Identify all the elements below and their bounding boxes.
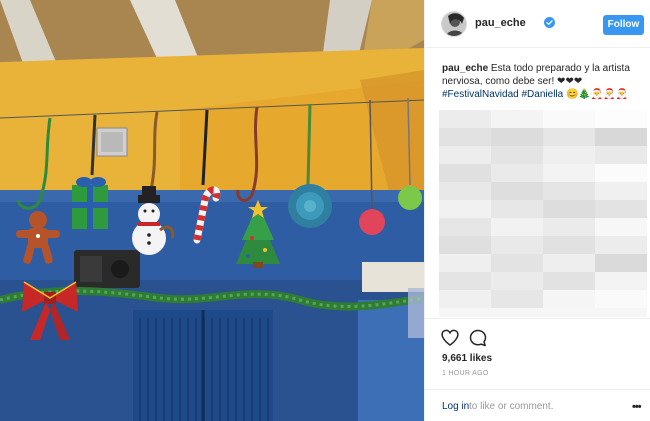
snowflake-ornament <box>288 184 332 228</box>
login-link[interactable]: Log in <box>442 401 469 412</box>
post-side-panel: pau_eche Follow pau_eche Esta todo prepa… <box>424 0 650 421</box>
add-comment-bar: Log in to like or comment. ••• <box>425 389 650 421</box>
likes-count[interactable]: 9,661 likes <box>442 353 492 364</box>
more-options-icon[interactable]: ••• <box>632 401 642 413</box>
post-caption: pau_eche Esta todo preparado y la artist… <box>442 62 642 101</box>
post-actions: 9,661 likes 1 HOUR AGO Log in to like or… <box>425 318 650 421</box>
green-bauble-ornament <box>398 186 422 210</box>
caption-emojis: 😊🎄🎅🎅🎅 <box>565 89 629 100</box>
post-timestamp[interactable]: 1 HOUR AGO <box>442 370 489 377</box>
gift-ornament <box>72 177 108 229</box>
heart-icon[interactable] <box>441 329 459 346</box>
comment-icon[interactable] <box>469 329 487 347</box>
hashtag-link[interactable]: #FestivalNavidad <box>442 89 519 100</box>
pixelated-comments-area <box>439 110 647 317</box>
hashtag-link[interactable]: #Daniella <box>522 89 564 100</box>
pixelation-mosaic <box>439 110 647 317</box>
red-bauble-ornament <box>359 209 385 235</box>
avatar-image <box>442 12 466 36</box>
avatar[interactable] <box>441 11 467 37</box>
verified-badge-icon <box>544 17 555 28</box>
username-link[interactable]: pau_eche <box>475 17 526 29</box>
follow-button[interactable]: Follow <box>603 15 644 35</box>
post-photo[interactable] <box>0 0 424 421</box>
caption-username[interactable]: pau_eche <box>442 63 488 74</box>
login-prompt-text: to like or comment. <box>469 401 554 412</box>
christmas-decorations-photo <box>0 0 424 421</box>
post-header: pau_eche Follow <box>425 0 650 48</box>
